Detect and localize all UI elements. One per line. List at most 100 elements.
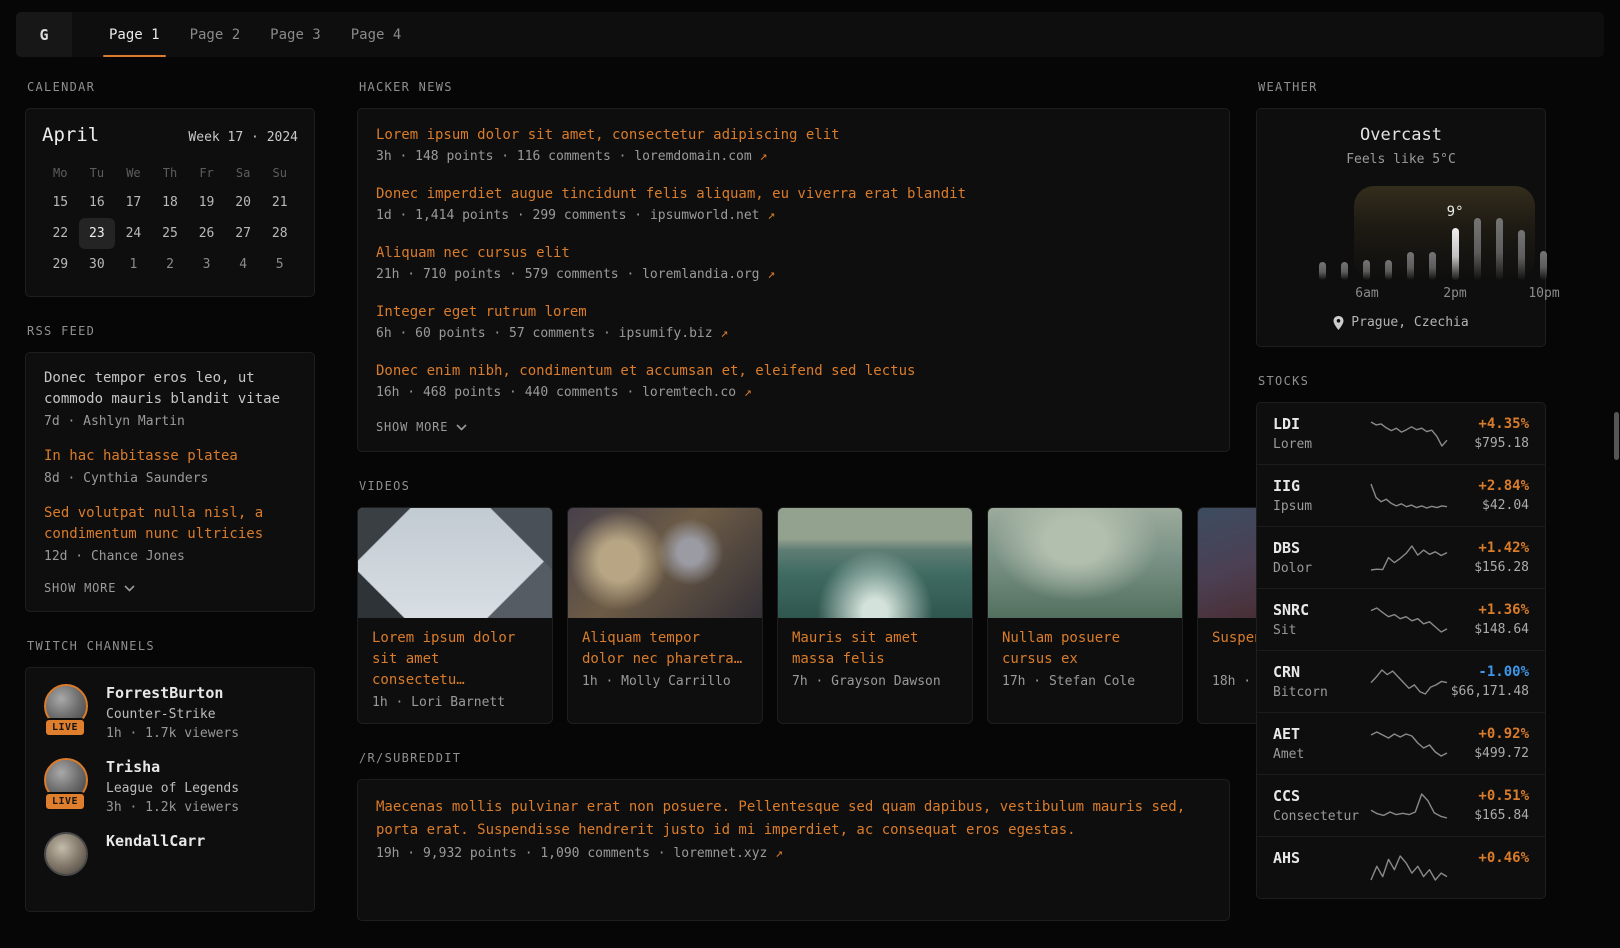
calendar-day-next-month: 4 (225, 249, 262, 280)
tab-page-1[interactable]: Page 1 (94, 12, 175, 57)
stock-name: Dolor (1273, 561, 1369, 576)
live-badge: LIVE (44, 792, 86, 811)
reddit-domain-link[interactable]: loremnet.xyz (673, 846, 767, 861)
stock-row[interactable]: LDI Lorem +4.35% $795.18 (1257, 403, 1545, 464)
external-link-icon: ↗ (760, 149, 768, 164)
calendar-header: CALENDAR (27, 80, 315, 94)
weather-bar-4pm (1474, 218, 1481, 280)
weather-hourly-chart: 9° (1319, 188, 1547, 280)
video-card[interactable]: Nullam posuere cursus ex 17h · Stefan Co… (987, 507, 1183, 724)
videos-widget: VIDEOS Lorem ipsum dolor sit amet consec… (357, 479, 1263, 724)
hn-domain-link[interactable]: loremlandia.org (642, 267, 759, 282)
weather-card: Overcast Feels like 5°C 9° 6am 2pm 10pm … (1256, 108, 1546, 347)
video-title[interactable]: Nullam posuere cursus ex (1002, 628, 1168, 670)
rss-item-title[interactable]: In hac habitasse platea (44, 446, 296, 467)
calendar-grid: Mo Tu We Th Fr Sa Su 15 16 17 18 19 20 2… (42, 159, 298, 280)
hn-domain-link[interactable]: ipsumify.biz (619, 326, 713, 341)
videos-header: VIDEOS (359, 479, 1263, 493)
app-logo[interactable]: G (16, 12, 72, 57)
hn-meta-text: 1d · 1,414 points · 299 comments · (376, 208, 650, 223)
stock-row[interactable]: IIG Ipsum +2.84% $42.04 (1257, 464, 1545, 526)
hn-domain-link[interactable]: loremtech.co (642, 385, 736, 400)
video-title[interactable]: Aliquam tempor dolor nec pharetra… (582, 628, 748, 670)
hn-item-title[interactable]: Integer eget rutrum lorem (376, 302, 1211, 322)
hn-item-title[interactable]: Lorem ipsum dolor sit amet, consectetur … (376, 125, 1211, 145)
stock-ticker: CRN (1273, 663, 1369, 681)
calendar-day: 26 (188, 218, 225, 249)
show-more-label: SHOW MORE (44, 581, 116, 595)
video-title[interactable]: Mauris sit amet massa felis (792, 628, 958, 670)
video-card[interactable]: Suspendisse diam 18h · Tara (1197, 507, 1263, 724)
twitch-channel[interactable]: LIVE ForrestBurton Counter-Strike 1h · 1… (44, 684, 296, 741)
video-card[interactable]: Aliquam tempor dolor nec pharetra… 1h · … (567, 507, 763, 724)
reddit-post-title[interactable]: Maecenas mollis pulvinar erat non posuer… (376, 796, 1211, 842)
rss-item-title[interactable]: Sed volutpat nulla nisl, a condimentum n… (44, 503, 296, 545)
video-thumbnail[interactable] (778, 508, 972, 618)
rss-item-meta: 12d · Chance Jones (44, 549, 296, 564)
stock-row[interactable]: CRN Bitcorn -1.00% $66,171.48 (1257, 650, 1545, 712)
stock-row[interactable]: CCS Consectetur +0.51% $165.84 (1257, 774, 1545, 836)
weather-time-label: 2pm (1443, 286, 1466, 301)
hacker-news-header: HACKER NEWS (359, 80, 1263, 94)
reddit-post-meta: 19h · 9,932 points · 1,090 comments · lo… (376, 846, 1211, 861)
hn-domain-link[interactable]: loremdomain.com (634, 149, 751, 164)
tab-page-3[interactable]: Page 3 (255, 12, 336, 57)
hn-show-more-button[interactable]: SHOW MORE (376, 420, 1211, 434)
stock-sparkline (1369, 542, 1449, 574)
stock-change: -1.00% (1449, 664, 1529, 680)
external-link-icon: ↗ (720, 326, 728, 341)
stock-price: $156.28 (1449, 560, 1529, 575)
channel-name[interactable]: Trisha (106, 758, 239, 777)
video-card[interactable]: Lorem ipsum dolor sit amet consectetu… 1… (357, 507, 553, 724)
calendar-card: April Week 17 · 2024 Mo Tu We Th Fr Sa S… (25, 108, 315, 297)
calendar-day-next-month: 2 (152, 249, 189, 280)
stocks-widget: STOCKS LDI Lorem +4.35% $795.18 IIG Ipsu… (1256, 374, 1546, 899)
video-meta: 7h · Grayson Dawson (792, 674, 958, 689)
channel-game: League of Legends (106, 781, 239, 796)
stock-row[interactable]: SNRC Sit +1.36% $148.64 (1257, 588, 1545, 650)
weather-bar-6am (1363, 260, 1370, 280)
rss-show-more-button[interactable]: SHOW MORE (44, 581, 296, 595)
hacker-news-card: Lorem ipsum dolor sit amet, consectetur … (357, 108, 1230, 452)
page-scrollbar-thumb[interactable] (1614, 412, 1619, 460)
stock-sparkline (1369, 418, 1449, 450)
calendar-day: 20 (225, 187, 262, 218)
twitch-channel[interactable]: KendallCarr (44, 832, 296, 878)
stock-row[interactable]: AHS +0.46% (1257, 836, 1545, 898)
stock-row[interactable]: AET Amet +0.92% $499.72 (1257, 712, 1545, 774)
calendar-day-header: Sa (225, 159, 262, 187)
rss-item-title[interactable]: Donec tempor eros leo, ut commodo mauris… (44, 368, 296, 410)
twitch-channel[interactable]: LIVE Trisha League of Legends 3h · 1.2k … (44, 758, 296, 815)
twitch-card: LIVE ForrestBurton Counter-Strike 1h · 1… (25, 667, 315, 912)
channel-name[interactable]: KendallCarr (106, 832, 205, 851)
video-card[interactable]: Mauris sit amet massa felis 7h · Grayson… (777, 507, 973, 724)
video-title[interactable]: Lorem ipsum dolor sit amet consectetu… (372, 628, 538, 691)
rss-widget: RSS FEED Donec tempor eros leo, ut commo… (25, 324, 315, 612)
hn-item-title[interactable]: Donec enim nibh, condimentum et accumsan… (376, 361, 1211, 381)
weather-location: Prague, Czechia (1257, 315, 1545, 330)
video-thumbnail[interactable] (988, 508, 1182, 618)
twitch-widget: TWITCH CHANNELS LIVE ForrestBurton Count… (25, 639, 315, 912)
hn-item: Lorem ipsum dolor sit amet, consectetur … (376, 125, 1211, 164)
tab-page-4[interactable]: Page 4 (336, 12, 417, 57)
rss-header: RSS FEED (27, 324, 315, 338)
hn-meta-text: 16h · 468 points · 440 comments · (376, 385, 642, 400)
stock-change: +0.46% (1449, 850, 1529, 866)
hn-item-meta: 3h · 148 points · 116 comments · loremdo… (376, 149, 1211, 164)
channel-name[interactable]: ForrestBurton (106, 684, 239, 703)
hn-item-title[interactable]: Aliquam nec cursus elit (376, 243, 1211, 263)
hn-domain-link[interactable]: ipsumworld.net (650, 208, 760, 223)
hn-item-title[interactable]: Donec imperdiet augue tincidunt felis al… (376, 184, 1211, 204)
weather-widget: WEATHER Overcast Feels like 5°C 9° 6am 2… (1256, 80, 1546, 347)
top-navbar: G Page 1 Page 2 Page 3 Page 4 (16, 12, 1604, 57)
stock-change: +0.51% (1449, 788, 1529, 804)
calendar-day-next-month: 3 (188, 249, 225, 280)
video-thumbnail[interactable] (1198, 508, 1263, 618)
stock-row[interactable]: DBS Dolor +1.42% $156.28 (1257, 526, 1545, 588)
tab-page-2[interactable]: Page 2 (175, 12, 256, 57)
video-thumbnail[interactable] (358, 508, 552, 618)
stock-sparkline (1369, 480, 1449, 512)
video-thumbnail[interactable] (568, 508, 762, 618)
weather-bar-2am (1319, 262, 1326, 280)
hn-item-meta: 16h · 468 points · 440 comments · loremt… (376, 385, 1211, 400)
